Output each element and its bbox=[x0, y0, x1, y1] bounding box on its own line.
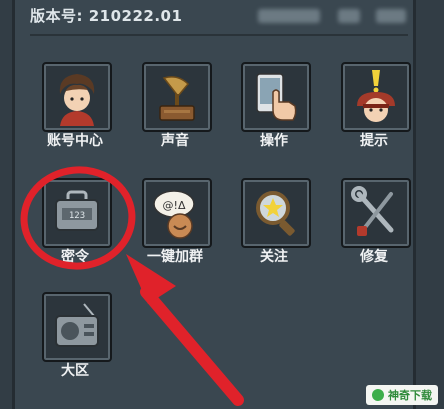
warning-helmet-icon bbox=[357, 70, 395, 122]
sound-button[interactable] bbox=[142, 62, 212, 132]
password-box-icon: 123 bbox=[55, 190, 99, 231]
radio-icon bbox=[55, 303, 99, 347]
sound-label: 声音 bbox=[161, 133, 189, 149]
watermark-logo-icon bbox=[372, 389, 384, 401]
controls-button[interactable] bbox=[241, 62, 311, 132]
chat-group-icon: @!Δ bbox=[153, 190, 195, 239]
gramophone-icon bbox=[159, 76, 195, 121]
join-group-label: 一键加群 bbox=[147, 249, 203, 265]
hand-tap-icon bbox=[256, 73, 297, 121]
blurred-info bbox=[338, 9, 360, 23]
server-region-button[interactable] bbox=[42, 292, 112, 362]
wrench-tools-icon bbox=[351, 186, 394, 236]
password-button[interactable]: 123 bbox=[42, 178, 112, 248]
blurred-info bbox=[258, 9, 320, 23]
tips-button[interactable] bbox=[341, 62, 411, 132]
password-label: 密令 bbox=[61, 249, 89, 265]
account-center-button[interactable] bbox=[42, 62, 112, 132]
server-region-label: 大区 bbox=[61, 363, 89, 379]
account-center-label: 账号中心 bbox=[47, 133, 103, 149]
svg-text:@!Δ: @!Δ bbox=[163, 199, 186, 212]
header-divider bbox=[30, 34, 408, 36]
repair-button[interactable] bbox=[341, 178, 411, 248]
join-group-button[interactable]: @!Δ bbox=[142, 178, 212, 248]
character-portrait-icon bbox=[59, 74, 95, 126]
follow-button[interactable] bbox=[241, 178, 311, 248]
controls-label: 操作 bbox=[260, 133, 288, 149]
watermark: 神奇下载 bbox=[366, 385, 438, 405]
tips-label: 提示 bbox=[360, 133, 388, 149]
magnifier-star-icon bbox=[256, 191, 295, 236]
repair-label: 修复 bbox=[360, 249, 388, 265]
watermark-text: 神奇下载 bbox=[388, 389, 432, 402]
version-label: 版本号: 210222.01 bbox=[30, 7, 183, 25]
svg-text:123: 123 bbox=[69, 211, 85, 221]
follow-label: 关注 bbox=[260, 249, 288, 265]
blurred-info bbox=[376, 9, 406, 23]
